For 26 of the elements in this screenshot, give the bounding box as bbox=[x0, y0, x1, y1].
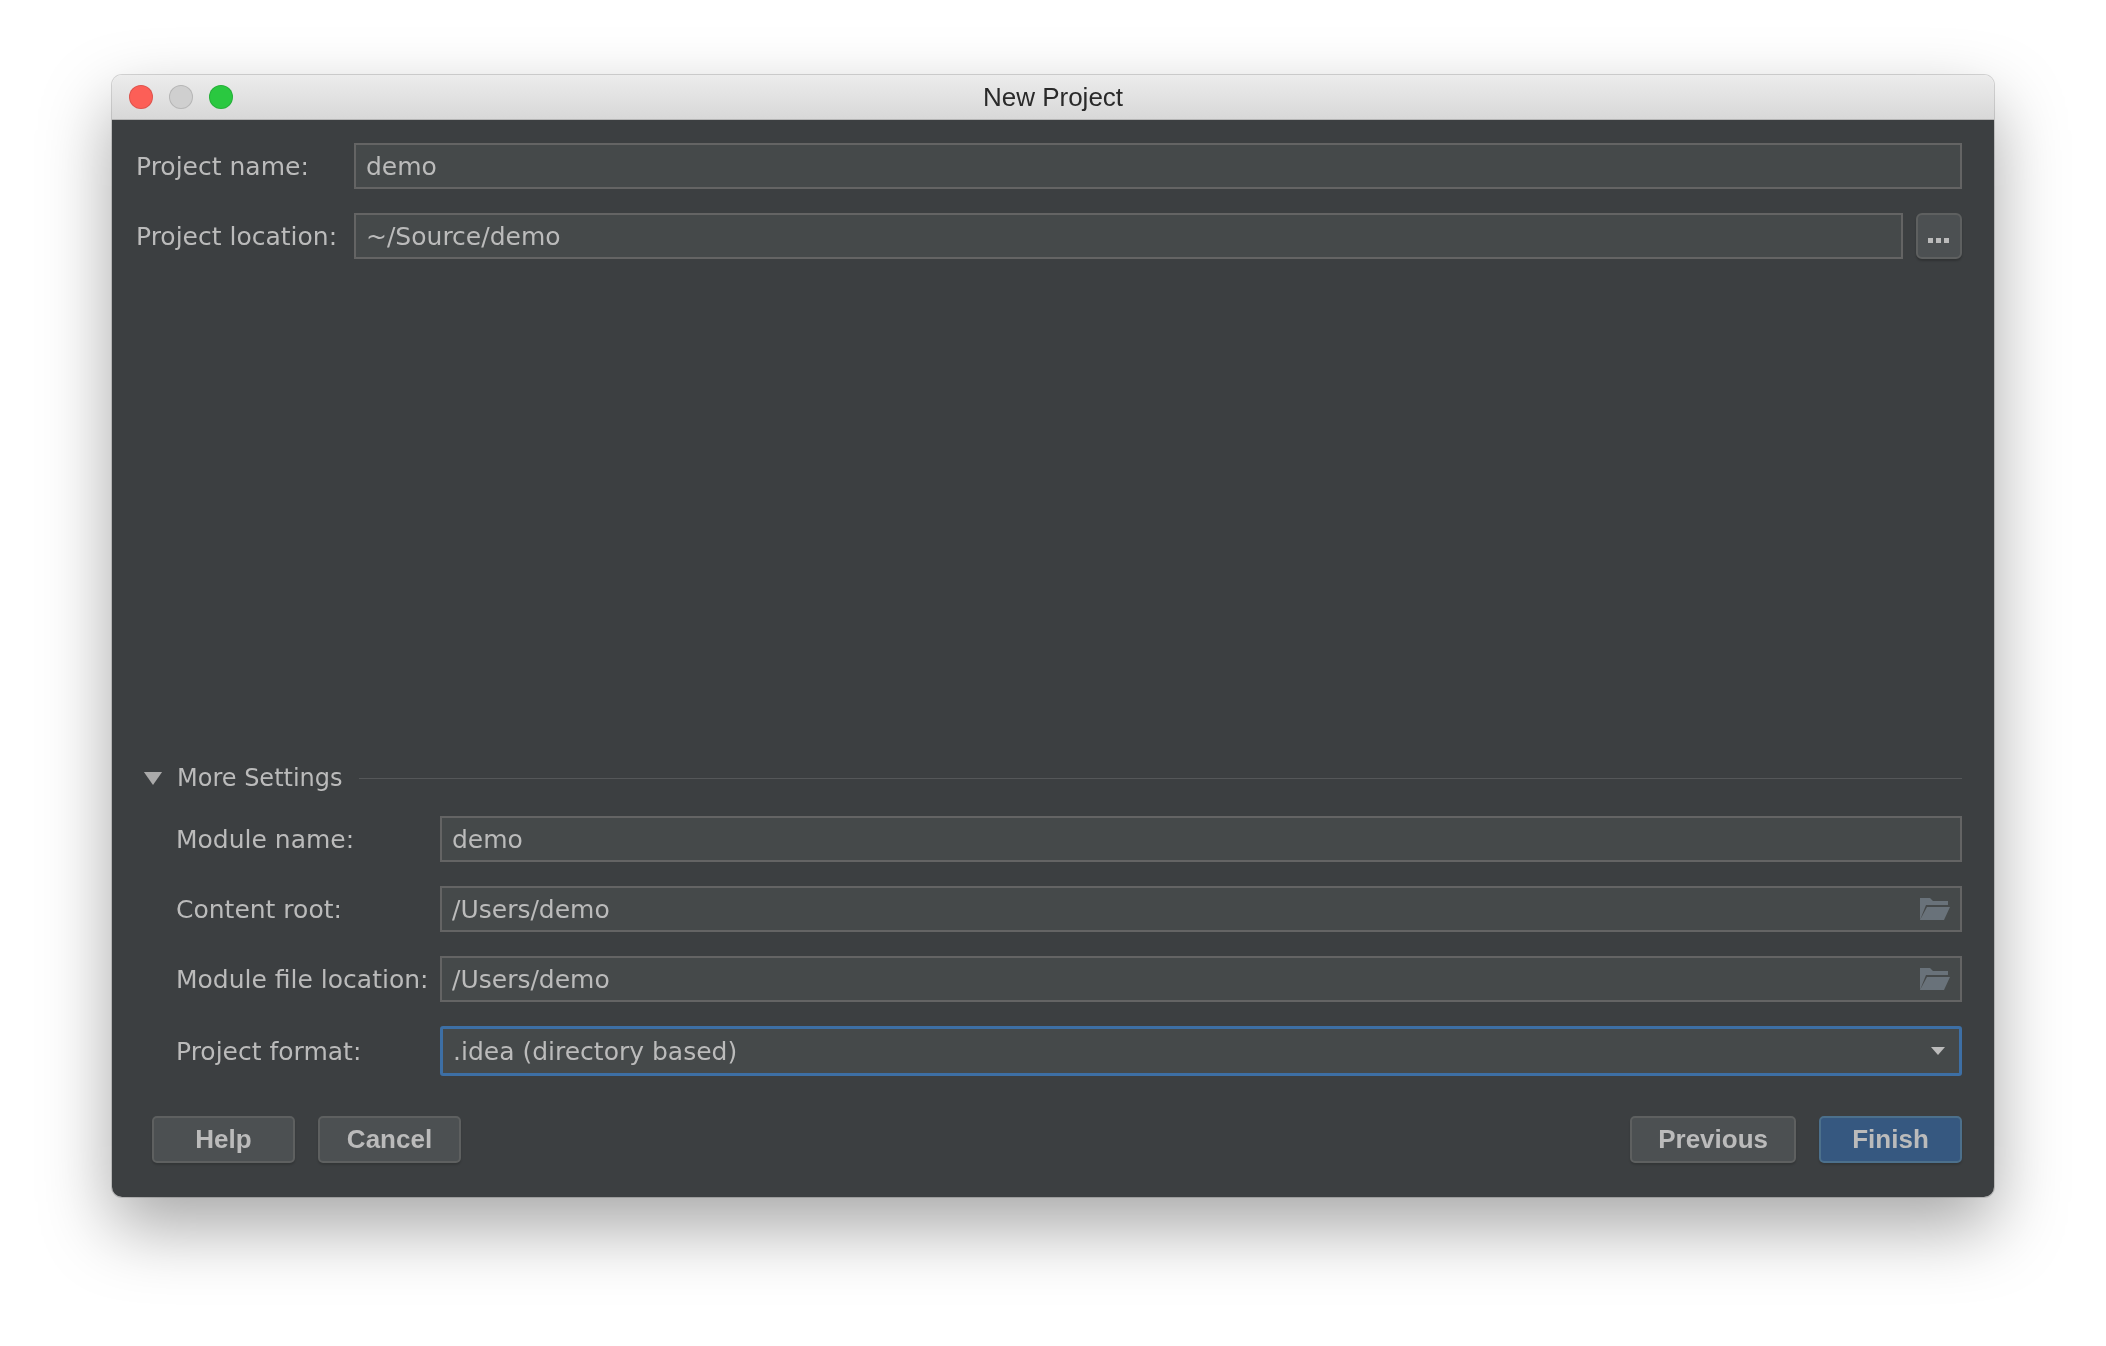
dialog-button[interactable]: Help bbox=[152, 1116, 295, 1163]
caret-icon[interactable] bbox=[1931, 1047, 1945, 1055]
field-label: Project name: bbox=[136, 151, 310, 181]
input-field[interactable]: demo bbox=[440, 816, 1962, 862]
window-title: New Project bbox=[982, 81, 1124, 113]
folder-icon[interactable] bbox=[1920, 898, 1950, 920]
field-label: Content root: bbox=[176, 894, 343, 924]
input-field[interactable]: demo bbox=[354, 143, 1962, 189]
dialog-button[interactable]: Previous bbox=[1630, 1116, 1796, 1163]
browse-button[interactable] bbox=[1916, 213, 1962, 259]
dialog-button[interactable]: Cancel bbox=[318, 1116, 461, 1163]
field-label: Module name: bbox=[176, 824, 356, 854]
input-field[interactable]: ~/Source/demo bbox=[354, 213, 1903, 259]
input-field[interactable]: /Users/demo bbox=[440, 886, 1962, 932]
field-label: Project format: bbox=[176, 1036, 363, 1066]
expand-triangle-icon[interactable] bbox=[143, 771, 163, 785]
folder-icon[interactable] bbox=[1920, 968, 1950, 990]
field-label: Module file location: bbox=[176, 964, 430, 994]
field-label: Project location: bbox=[136, 221, 339, 251]
section-toggle[interactable]: More Settings bbox=[177, 764, 343, 792]
close-window-button[interactable] bbox=[129, 85, 153, 109]
zoom-window-button[interactable] bbox=[209, 85, 233, 109]
dropdown[interactable]: .idea (directory based) bbox=[440, 1026, 1962, 1076]
dots-icon bbox=[1928, 238, 1950, 244]
input-field[interactable]: /Users/demo bbox=[440, 956, 1962, 1002]
default-button[interactable]: Finish bbox=[1819, 1116, 1962, 1163]
